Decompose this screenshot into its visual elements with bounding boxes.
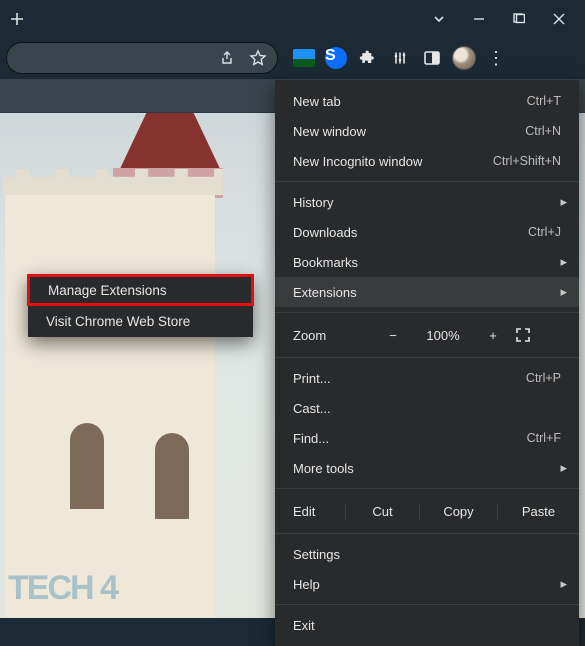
menu-label: Edit (275, 504, 345, 519)
menu-bookmarks[interactable]: Bookmarks ▸ (275, 247, 579, 277)
castle-tower-graphic (5, 178, 215, 618)
menu-separator (275, 312, 579, 313)
chevron-right-icon: ▸ (560, 254, 567, 270)
manage-extensions-item[interactable]: Manage Extensions (27, 274, 254, 306)
menu-settings[interactable]: Settings (275, 539, 579, 569)
menu-label: Find... (293, 431, 329, 446)
castle-window (155, 433, 189, 519)
menu-shortcut: Ctrl+P (526, 371, 561, 385)
menu-new-incognito[interactable]: New Incognito window Ctrl+Shift+N (275, 146, 579, 176)
chevron-right-icon: ▸ (560, 460, 567, 476)
window-close-button[interactable] (551, 13, 567, 25)
watermark-text: TECH 4 (8, 569, 117, 608)
menu-separator (275, 357, 579, 358)
chevron-down-icon[interactable] (431, 12, 447, 26)
zoom-out-button[interactable]: − (371, 328, 415, 343)
menu-shortcut: Ctrl+T (527, 94, 561, 108)
plus-icon (10, 12, 24, 26)
media-control-icon[interactable] (386, 44, 414, 72)
menu-label: Downloads (293, 225, 357, 240)
menu-label: Exit (293, 618, 315, 633)
menu-cast[interactable]: Cast... (275, 393, 579, 423)
menu-label: Settings (293, 547, 340, 562)
edit-paste[interactable]: Paste (497, 504, 579, 519)
menu-new-window[interactable]: New window Ctrl+N (275, 116, 579, 146)
bookmark-star-icon[interactable] (249, 49, 267, 67)
extensions-submenu: Manage Extensions Visit Chrome Web Store (28, 275, 253, 337)
menu-label: Help (293, 577, 320, 592)
menu-separator (275, 488, 579, 489)
menu-label: Cast... (293, 401, 331, 416)
menu-label: New tab (293, 94, 341, 109)
menu-padding (275, 640, 579, 646)
address-bar[interactable] (6, 42, 278, 74)
zoom-percent: 100% (415, 328, 471, 343)
menu-extensions[interactable]: Extensions ▸ (275, 277, 579, 307)
menu-edit-row: Edit Cut Copy Paste (275, 494, 579, 528)
fullscreen-button[interactable] (515, 327, 561, 343)
zoom-in-button[interactable]: + (471, 328, 515, 343)
new-tab-button[interactable] (4, 7, 30, 31)
chevron-right-icon: ▸ (560, 284, 567, 300)
menu-history[interactable]: History ▸ (275, 187, 579, 217)
share-icon[interactable] (219, 50, 235, 66)
menu-label: New Incognito window (293, 154, 422, 169)
extensions-tray: S ⋮ (284, 44, 510, 72)
menu-label: History (293, 195, 333, 210)
menu-shortcut: Ctrl+N (525, 124, 561, 138)
menu-shortcut: Ctrl+J (528, 225, 561, 239)
menu-help[interactable]: Help ▸ (275, 569, 579, 599)
menu-zoom-row: Zoom − 100% + (275, 318, 579, 352)
chrome-main-menu: New tab Ctrl+T New window Ctrl+N New Inc… (275, 80, 579, 646)
shazam-extension-icon[interactable]: S (322, 44, 350, 72)
side-panel-icon[interactable] (418, 44, 446, 72)
menu-label: Print... (293, 371, 331, 386)
extensions-puzzle-icon[interactable] (354, 44, 382, 72)
menu-new-tab[interactable]: New tab Ctrl+T (275, 86, 579, 116)
menu-label: Extensions (293, 285, 357, 300)
menu-separator (275, 533, 579, 534)
menu-label: Bookmarks (293, 255, 358, 270)
wallpaper-extension-icon[interactable] (290, 44, 318, 72)
menu-find[interactable]: Find... Ctrl+F (275, 423, 579, 453)
menu-more-tools[interactable]: More tools ▸ (275, 453, 579, 483)
chevron-right-icon: ▸ (560, 194, 567, 210)
profile-avatar[interactable] (450, 44, 478, 72)
chevron-right-icon: ▸ (560, 576, 567, 592)
menu-label: Zoom (275, 328, 371, 343)
edit-copy[interactable]: Copy (419, 504, 497, 519)
window-titlebar (0, 0, 585, 37)
menu-separator (275, 181, 579, 182)
menu-label: New window (293, 124, 366, 139)
castle-roof-graphic (118, 112, 222, 173)
menu-print[interactable]: Print... Ctrl+P (275, 363, 579, 393)
menu-shortcut: Ctrl+Shift+N (493, 154, 561, 168)
chrome-menu-button[interactable]: ⋮ (482, 44, 510, 72)
edit-cut[interactable]: Cut (345, 504, 419, 519)
window-maximize-button[interactable] (511, 13, 527, 25)
menu-shortcut: Ctrl+F (527, 431, 561, 445)
menu-downloads[interactable]: Downloads Ctrl+J (275, 217, 579, 247)
visit-chrome-web-store-item[interactable]: Visit Chrome Web Store (28, 305, 253, 337)
window-minimize-button[interactable] (471, 13, 487, 25)
menu-exit[interactable]: Exit (275, 610, 579, 640)
menu-separator (275, 604, 579, 605)
menu-label: More tools (293, 461, 354, 476)
castle-window (70, 423, 104, 509)
browser-toolbar: S ⋮ (0, 37, 585, 79)
